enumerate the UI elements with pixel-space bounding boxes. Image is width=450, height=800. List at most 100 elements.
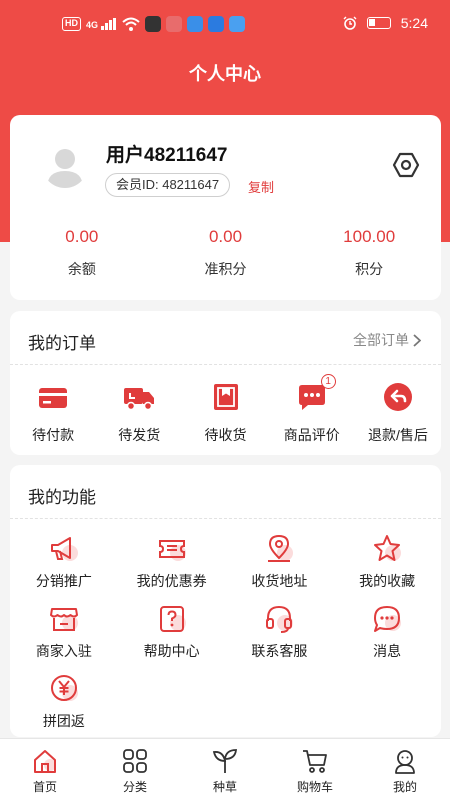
comment-icon: 1 xyxy=(296,374,336,413)
chevron-right-icon xyxy=(413,333,421,347)
settings-icon[interactable] xyxy=(392,151,420,179)
review-count-badge: 1 xyxy=(320,374,336,389)
tab-cart[interactable]: 购物车 xyxy=(270,739,360,800)
username: 用户48211647 xyxy=(106,145,228,166)
func-distribution[interactable]: 分销推广 xyxy=(10,529,118,589)
wifi-icon xyxy=(121,17,140,31)
help-icon xyxy=(156,603,188,635)
tab-label: 分类 xyxy=(122,780,147,794)
orders-card: 我的订单 全部订单 待付款 待发货 待收货 1 商品评价 退款/售后 xyxy=(10,311,441,455)
headset-icon xyxy=(263,603,295,635)
profile-icon xyxy=(392,748,418,774)
func-coupons[interactable]: 我的优惠券 xyxy=(118,529,226,589)
func-label: 我的收藏 xyxy=(359,573,416,589)
return-icon xyxy=(382,381,414,413)
star-icon xyxy=(371,533,403,565)
stat-value: 100.00 xyxy=(343,227,396,246)
order-pending-receipt[interactable]: 待收货 xyxy=(182,375,268,445)
func-label: 商家入驻 xyxy=(35,643,92,659)
func-favorites[interactable]: 我的收藏 xyxy=(333,529,441,589)
truck-icon xyxy=(123,381,155,413)
hd-indicator: HD xyxy=(62,17,81,31)
tab-label: 我的 xyxy=(392,780,417,794)
divider xyxy=(10,364,441,365)
functions-card: 我的功能 分销推广 我的优惠券 收货地址 我的收藏 商家入驻 帮助中心 联系客服… xyxy=(10,465,441,737)
order-label: 商品评价 xyxy=(283,427,340,443)
orders-title: 我的订单 xyxy=(28,334,96,353)
func-address[interactable]: 收货地址 xyxy=(226,529,334,589)
yuan-icon xyxy=(48,673,80,705)
func-label: 消息 xyxy=(373,643,402,659)
stat-value: 0.00 xyxy=(208,227,243,246)
tab-category[interactable]: 分类 xyxy=(90,739,180,800)
func-label: 拼团返 xyxy=(42,713,85,729)
func-label: 分销推广 xyxy=(35,573,92,589)
all-orders-label: 全部订单 xyxy=(353,332,409,348)
func-customer-service[interactable]: 联系客服 xyxy=(226,599,334,659)
order-label: 退款/售后 xyxy=(367,427,428,443)
func-label: 我的优惠券 xyxy=(136,573,207,589)
store-icon xyxy=(48,603,80,635)
stats-row: 0.00 余额 0.00 准积分 100.00 积分 xyxy=(10,227,441,279)
func-label: 收货地址 xyxy=(251,573,308,589)
stat-value: 0.00 xyxy=(65,227,99,246)
status-icons-left: HD 4G xyxy=(62,16,245,32)
func-label: 帮助中心 xyxy=(143,643,200,659)
order-status-row: 待付款 待发货 待收货 1 商品评价 退款/售后 xyxy=(10,374,441,445)
stat-balance[interactable]: 0.00 余额 xyxy=(10,227,154,279)
tab-label: 首页 xyxy=(32,780,57,794)
clock: 5:24 xyxy=(400,15,428,31)
stat-label: 积分 xyxy=(355,261,384,277)
megaphone-icon xyxy=(48,533,80,565)
functions-grid: 分销推广 我的优惠券 收货地址 我的收藏 商家入驻 帮助中心 联系客服 消息 拼… xyxy=(10,529,441,729)
tab-label: 购物车 xyxy=(296,780,333,794)
status-bar: HD 4G 5:24 xyxy=(0,0,450,46)
stat-points[interactable]: 100.00 积分 xyxy=(297,227,441,279)
stat-pre-points[interactable]: 0.00 准积分 xyxy=(154,227,298,279)
order-refund[interactable]: 退款/售后 xyxy=(355,375,441,445)
app-notification-icon xyxy=(207,16,224,32)
home-icon xyxy=(32,748,58,774)
func-messages[interactable]: 消息 xyxy=(333,599,441,659)
func-merchant[interactable]: 商家入驻 xyxy=(10,599,118,659)
package-icon xyxy=(210,381,242,413)
func-group-rebate[interactable]: 拼团返 xyxy=(10,669,118,729)
app-notification-icon xyxy=(228,16,245,32)
cart-icon xyxy=(302,748,328,774)
divider xyxy=(10,518,441,519)
coupon-icon xyxy=(156,533,188,565)
app-notification-icon xyxy=(165,16,182,32)
battery-icon xyxy=(366,17,391,29)
order-pending-payment[interactable]: 待付款 xyxy=(10,375,96,445)
bottom-tab-bar: 首页 分类 种草 购物车 我的 xyxy=(0,738,450,800)
status-icons-right: 5:24 xyxy=(343,15,428,31)
order-label: 待付款 xyxy=(32,427,75,443)
stat-label: 准积分 xyxy=(204,261,247,277)
location-icon xyxy=(263,533,295,565)
func-help[interactable]: 帮助中心 xyxy=(118,599,226,659)
member-id-badge: 会员ID: 48211647 xyxy=(105,173,231,197)
func-label: 联系客服 xyxy=(251,643,308,659)
tab-label: 种草 xyxy=(212,780,237,794)
tab-home[interactable]: 首页 xyxy=(0,739,90,800)
alarm-icon xyxy=(343,16,357,30)
app-notification-icon xyxy=(144,16,161,32)
functions-title: 我的功能 xyxy=(28,488,96,507)
order-review[interactable]: 1 商品评价 xyxy=(269,374,355,445)
signal-icon: 4G xyxy=(86,18,117,30)
profile-card: 用户48211647 会员ID: 48211647 复制 0.00 余额 0.0… xyxy=(10,115,441,300)
copy-button[interactable]: 复制 xyxy=(248,177,274,196)
all-orders-link[interactable]: 全部订单 xyxy=(353,330,421,350)
avatar[interactable] xyxy=(42,142,88,188)
page-title: 个人中心 xyxy=(189,64,261,84)
stat-label: 余额 xyxy=(67,261,96,277)
wallet-icon xyxy=(37,381,69,413)
order-label: 待收货 xyxy=(204,427,247,443)
sprout-icon xyxy=(212,748,238,774)
tab-profile[interactable]: 我的 xyxy=(360,739,450,800)
app-notification-icon xyxy=(186,16,203,32)
order-pending-shipment[interactable]: 待发货 xyxy=(96,375,182,445)
category-icon xyxy=(122,748,148,774)
tab-discover[interactable]: 种草 xyxy=(180,739,270,800)
order-label: 待发货 xyxy=(118,427,161,443)
